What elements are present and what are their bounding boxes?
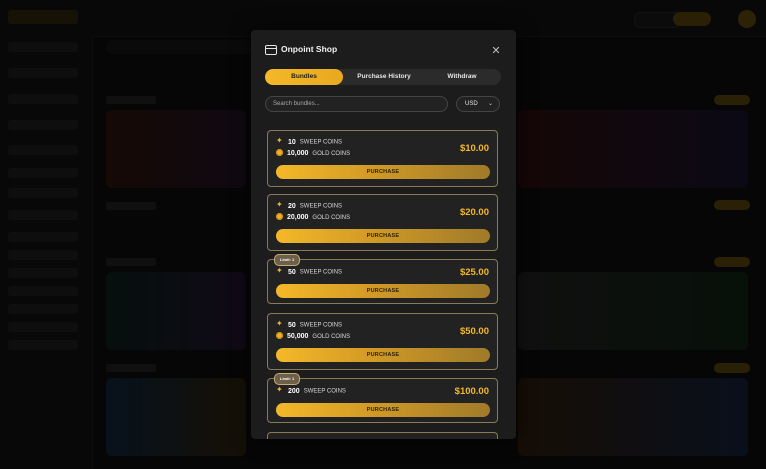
bundle-card: Limit: 1 ✦ 200 SWEEP COINS $100.00 PURCHAS… xyxy=(267,373,498,423)
currency-value: USD xyxy=(465,101,478,107)
sparkle-icon: ✦ xyxy=(276,319,283,328)
gold-amount: 20,000 xyxy=(287,214,309,222)
modal-header: Onpoint Shop ✕ xyxy=(251,30,516,66)
sweep-amount: 200 xyxy=(288,387,300,395)
gold-amount: 10,000 xyxy=(287,150,309,158)
bundle-price: $100.00 xyxy=(454,386,489,397)
limit-badge: Limit: 1 xyxy=(274,254,301,266)
sweep-coins-line: ✦ 200 SWEEP COINS xyxy=(276,385,346,397)
sparkle-icon: ✦ xyxy=(276,200,283,209)
coin-icon xyxy=(276,149,283,156)
sweep-amount: 50 xyxy=(288,268,296,276)
gold-coins-line: 10,000 GOLD COINS xyxy=(276,149,351,160)
bundle-search-input[interactable]: Search bundles... xyxy=(265,96,448,112)
sweep-coins-line: ✦ 20 SWEEP COINS xyxy=(276,200,343,212)
wallet-icon xyxy=(265,45,277,55)
gold-coins-line: 50,000 GOLD COINS xyxy=(276,332,351,343)
sweep-amount: 50 xyxy=(288,321,296,329)
sweep-coins-line: ✦ 10 SWEEP COINS xyxy=(276,136,343,148)
coin-icon xyxy=(276,332,283,339)
close-icon[interactable]: ✕ xyxy=(491,46,501,57)
bundle-price: $50.00 xyxy=(459,326,489,337)
gold-coins-line: 20,000 GOLD COINS xyxy=(276,213,351,224)
tab-bundles[interactable]: Bundles xyxy=(265,69,343,85)
gold-amount: 50,000 xyxy=(287,333,309,341)
sparkle-icon: ✦ xyxy=(276,266,283,275)
coin-icon xyxy=(276,213,283,220)
sweep-amount: 20 xyxy=(288,202,296,210)
bundle-card: ✦ 20 SWEEP COINS 20,000 GOLD COINS $20.00 P… xyxy=(267,194,498,251)
sweep-label: SWEEP COINS xyxy=(299,269,343,276)
sweep-coins-line: ✦ 50 SWEEP COINS xyxy=(276,319,343,331)
purchase-button[interactable]: PURCHASE xyxy=(276,284,490,298)
bundle-price: $25.00 xyxy=(459,267,489,278)
sweep-label: SWEEP COINS xyxy=(303,388,346,395)
tab-withdraw[interactable]: Withdraw xyxy=(423,69,501,85)
shop-tabs: Bundles Purchase History Withdraw xyxy=(265,69,501,85)
modal-title: Onpoint Shop xyxy=(281,44,338,54)
purchase-button[interactable]: PURCHASE xyxy=(276,165,490,179)
purchase-button[interactable]: PURCHASE xyxy=(276,403,490,417)
currency-select[interactable]: USD ⌄ xyxy=(456,96,500,112)
sweep-label: SWEEP COINS xyxy=(299,322,343,329)
sparkle-icon: ✦ xyxy=(276,385,283,394)
sweep-label: SWEEP COINS xyxy=(299,203,343,210)
bundle-price: $20.00 xyxy=(459,207,489,218)
bundle-card: ✦ 10 SWEEP COINS 10,000 GOLD COINS $10.00 P… xyxy=(267,130,498,187)
bundle-card xyxy=(267,432,498,439)
sparkle-icon: ✦ xyxy=(276,136,283,145)
purchase-button[interactable]: PURCHASE xyxy=(276,229,490,243)
gold-label: GOLD COINS xyxy=(312,215,351,222)
gold-label: GOLD COINS xyxy=(312,334,351,341)
bundle-card: Limit: 1 ✦ 50 SWEEP COINS $25.00 PURCHASE xyxy=(267,254,498,304)
bundle-card: ✦ 50 SWEEP COINS 50,000 GOLD COINS $50.00 P… xyxy=(267,313,498,370)
gold-label: GOLD COINS xyxy=(312,151,351,158)
limit-badge: Limit: 1 xyxy=(274,373,301,385)
sweep-coins-line: ✦ 50 SWEEP COINS xyxy=(276,266,343,278)
bundle-price: $10.00 xyxy=(459,143,489,154)
tab-purchase-history[interactable]: Purchase History xyxy=(345,69,423,85)
shop-modal: Onpoint Shop ✕ Bundles Purchase History … xyxy=(251,30,516,439)
sweep-label: SWEEP COINS xyxy=(299,139,343,146)
chevron-down-icon: ⌄ xyxy=(487,101,493,107)
purchase-button[interactable]: PURCHASE xyxy=(276,348,490,362)
sweep-amount: 10 xyxy=(288,138,296,146)
